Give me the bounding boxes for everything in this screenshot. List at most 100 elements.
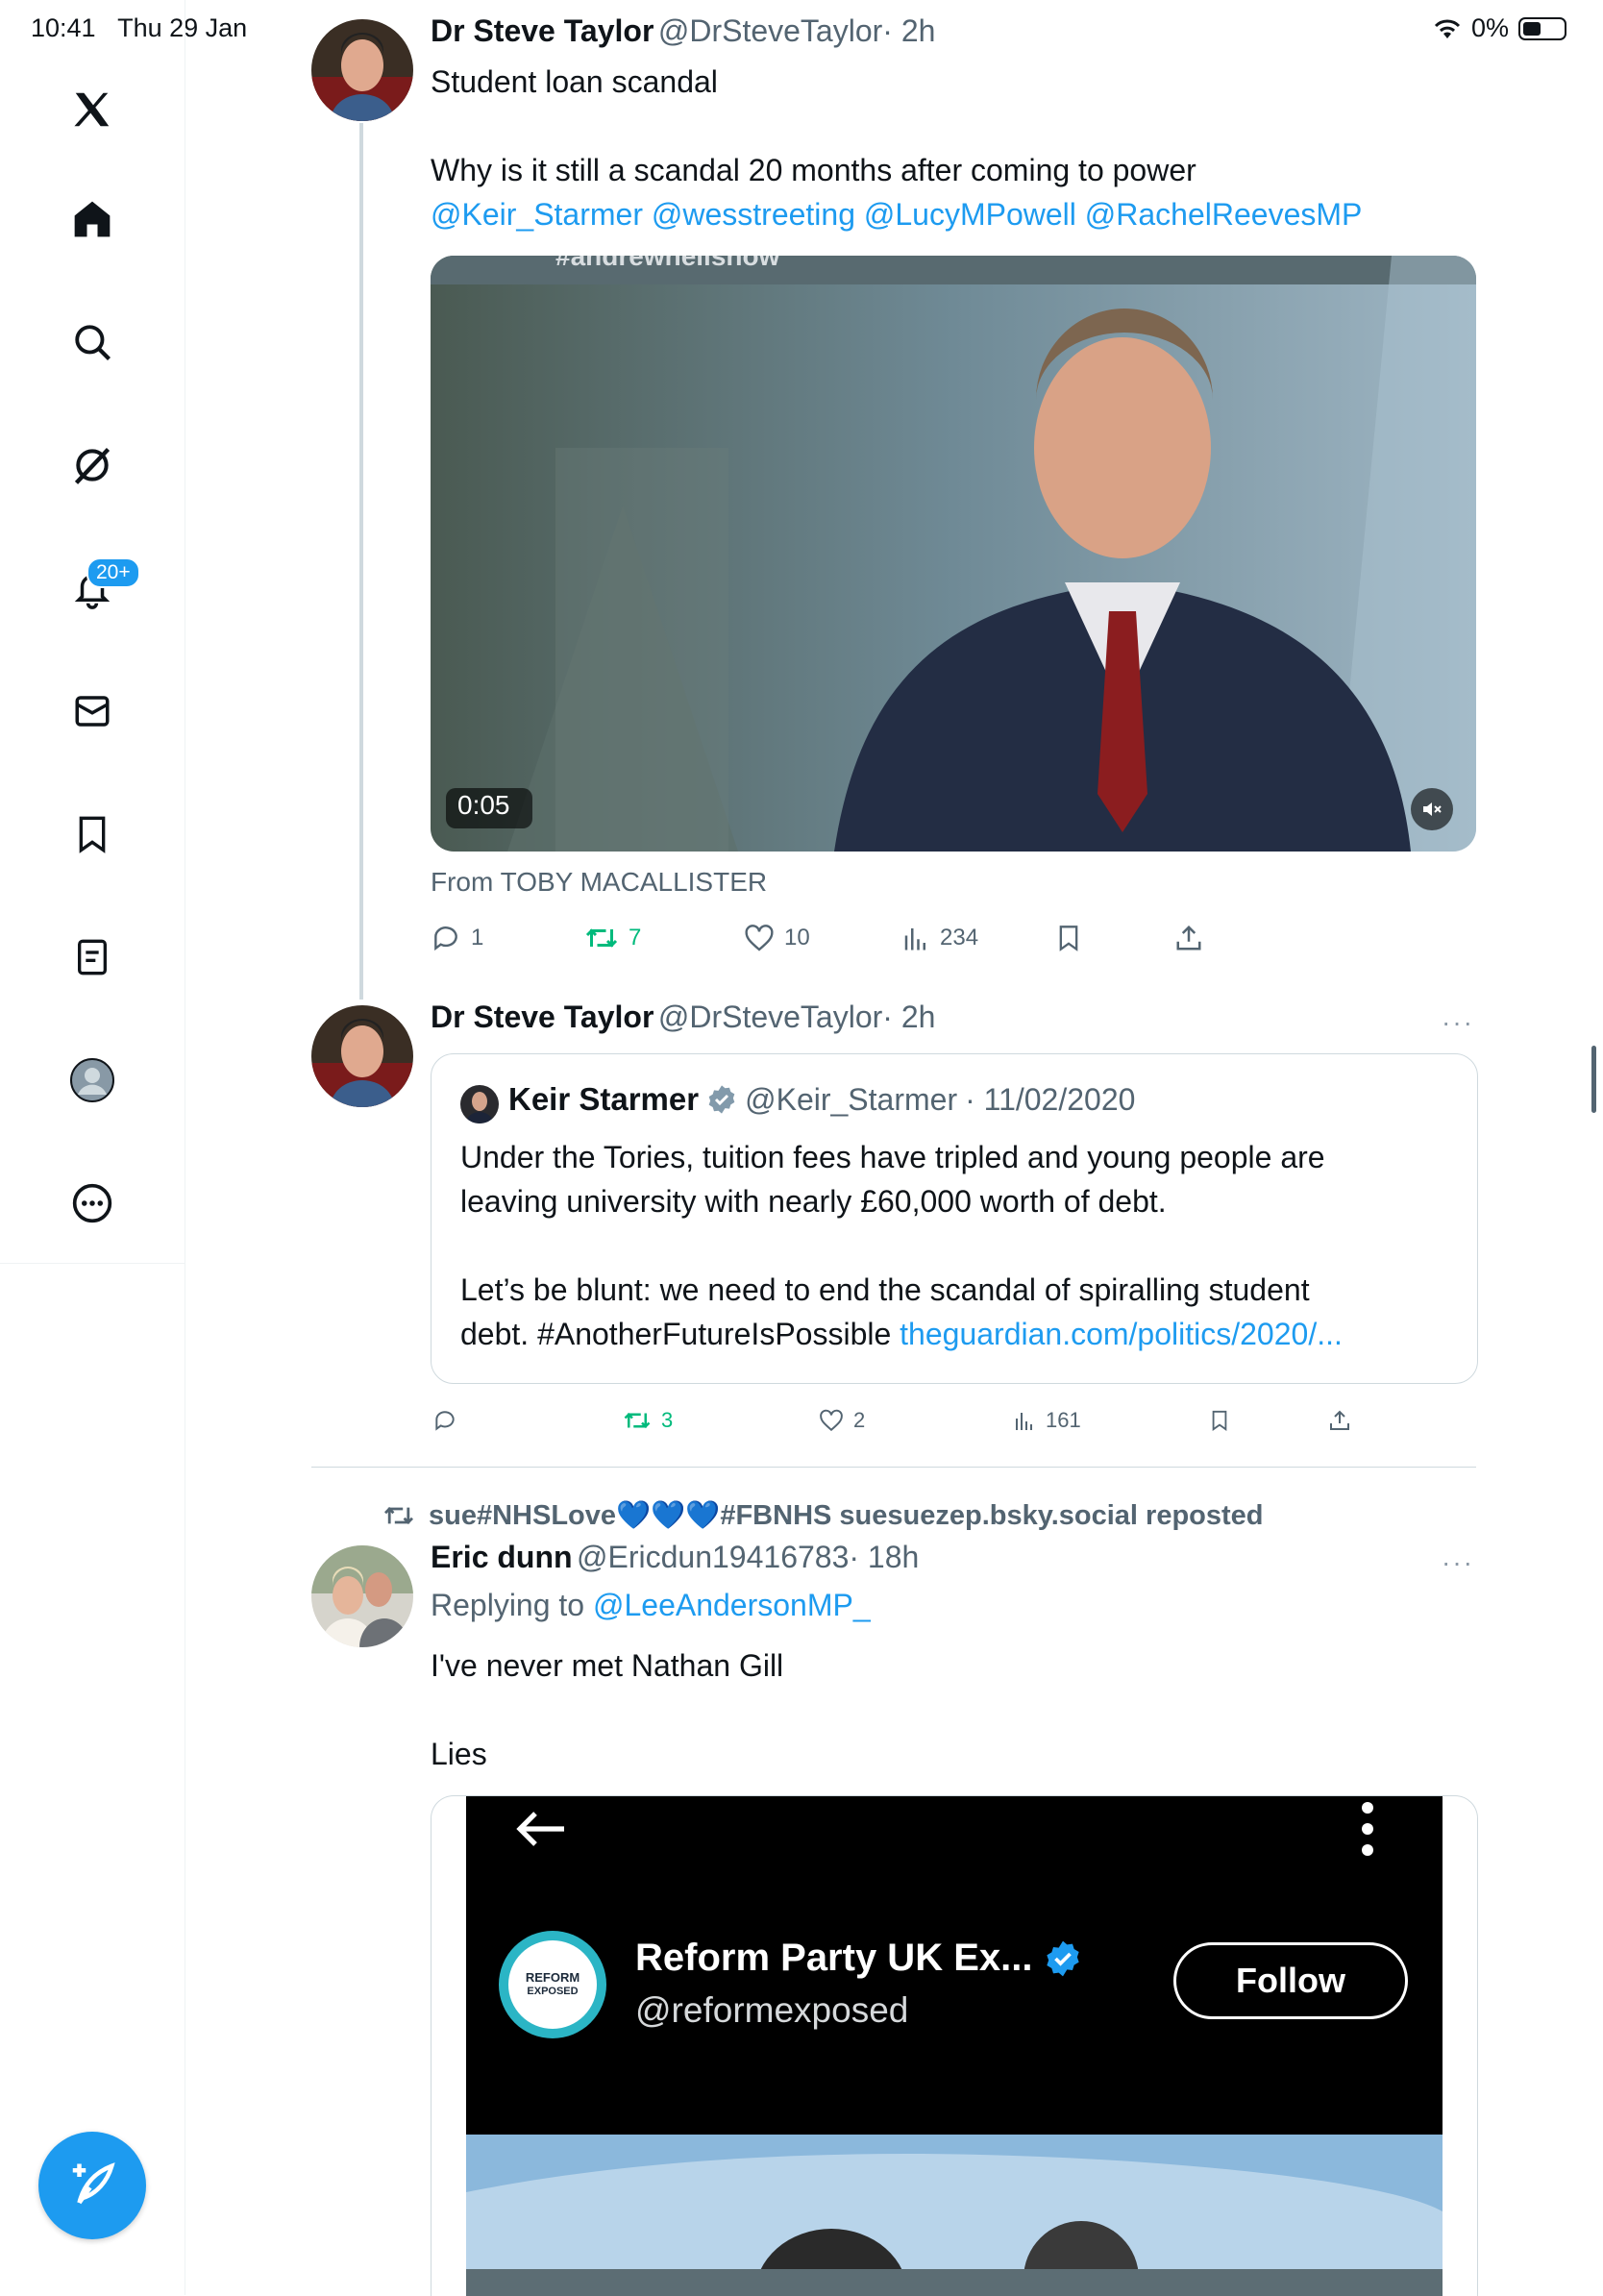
bookmark-icon [1212, 1410, 1227, 1431]
reform-exposed-logo: REFORM EXPOSED [499, 1931, 606, 2038]
views-button[interactable]: 161 [1013, 1408, 1081, 1433]
status-icons: 0% [1433, 13, 1566, 43]
replying-to-label: Replying to [431, 1588, 593, 1622]
tweet-text-line: Why is it still a scandal 20 months afte… [431, 153, 1196, 187]
avatar[interactable] [311, 19, 413, 121]
share-button[interactable] [1328, 1408, 1351, 1433]
scrollbar[interactable] [1591, 1046, 1596, 1113]
verified-badge-icon [708, 1085, 735, 1114]
avatar[interactable] [311, 1005, 413, 1107]
x-logo-icon[interactable] [65, 83, 119, 136]
messages-icon[interactable] [65, 684, 119, 738]
quoted-author-handle: @Keir_Starmer [745, 1081, 958, 1117]
author-name[interactable]: Eric dunn [431, 1540, 573, 1574]
tweet-text-line: Lies [431, 1737, 487, 1771]
bookmark-icon[interactable] [65, 807, 119, 861]
reply-button[interactable] [432, 1408, 467, 1433]
sidebar-divider [0, 1263, 185, 1264]
tweet-text-line: Student loan scandal [431, 64, 718, 99]
wifi-icon [1434, 19, 1461, 38]
views-count: 161 [1046, 1408, 1081, 1432]
share-icon [1176, 925, 1201, 950]
repost-button[interactable]: 7 [584, 924, 641, 952]
tweet-divider [311, 1467, 1476, 1468]
search-icon[interactable] [65, 315, 119, 369]
repost-button[interactable]: 3 [623, 1408, 673, 1433]
tweet-actions: 3 2 161 [431, 1403, 1476, 1438]
notification-badge: 20+ [86, 557, 140, 588]
share-button[interactable] [1174, 923, 1203, 953]
quoted-avatar [460, 1085, 499, 1123]
profile-icon[interactable] [65, 1053, 119, 1107]
reply-icon [434, 926, 457, 951]
replying-to: Replying to @LeeAndersonMP_ [431, 1588, 871, 1623]
tweet-actions: 1 7 10 234 [431, 919, 1476, 957]
repost-icon [624, 1412, 651, 1429]
tweet-text: I've never met Nathan Gill Lies [431, 1643, 1488, 1776]
heart-icon [745, 925, 774, 951]
repost-context-label[interactable]: sue#NHSLove💙💙💙#FBNHS suesuezep.bsky.soci… [429, 1499, 1264, 1532]
quoted-time: · 11/02/2020 [965, 1081, 1136, 1117]
views-button[interactable]: 234 [901, 924, 978, 952]
like-count: 10 [784, 925, 810, 950]
tweet-time: · 18h [849, 1540, 920, 1574]
tweet-text: Student loan scandal Why is it still a s… [431, 60, 1488, 236]
repost-icon [585, 928, 618, 948]
like-count: 2 [853, 1408, 866, 1432]
bookmark-button[interactable] [1055, 923, 1082, 953]
author-handle[interactable]: @Ericdun19416783 [577, 1540, 849, 1574]
battery-icon [1518, 16, 1566, 40]
embed-account-name: Reform Party UK Ex... [635, 1937, 1033, 1979]
grok-icon[interactable] [65, 438, 119, 492]
reply-button[interactable]: 1 [431, 923, 483, 953]
screenshot-embed: REFORM EXPOSED Reform Party UK Ex... @re… [466, 1796, 1443, 2296]
repost-count: 7 [629, 925, 642, 950]
tweet-video[interactable]: #andrewneilshow 0:05 [431, 256, 1476, 852]
mute-icon[interactable] [1420, 798, 1443, 826]
thread-line [359, 123, 363, 1000]
logo-text: EXPOSED [527, 1986, 579, 1997]
heart-icon [820, 1409, 843, 1432]
compose-button[interactable] [38, 2132, 146, 2239]
views-icon [1016, 1413, 1032, 1430]
home-icon[interactable] [65, 192, 119, 246]
kebab-menu-icon [1358, 1800, 1377, 1863]
views-icon [904, 928, 925, 950]
like-button[interactable]: 10 [744, 924, 810, 952]
quoted-header: Keir Starmer @Keir_Starmer · 11/02/2020 [508, 1081, 1135, 1118]
avatar[interactable] [311, 1545, 413, 1647]
quoted-text-line: Let’s be blunt: we need to end the scand… [460, 1272, 1310, 1307]
tweet-mentions[interactable]: @Keir_Starmer @wesstreeting @LucyMPowell… [431, 192, 1488, 236]
replying-to-link[interactable]: @LeeAndersonMP_ [593, 1588, 871, 1622]
author-name[interactable]: Dr Steve Taylor [431, 13, 654, 48]
bookmark-icon [1059, 926, 1078, 951]
bookmark-button[interactable] [1209, 1408, 1230, 1433]
back-arrow-icon [514, 1810, 568, 1853]
lists-icon[interactable] [65, 930, 119, 984]
author-name[interactable]: Dr Steve Taylor [431, 1000, 654, 1034]
quoted-text-line: Under the Tories, tuition fees have trip… [460, 1140, 1325, 1174]
embed-follow-button: Follow [1173, 1942, 1408, 2019]
quoted-text: Under the Tories, tuition fees have trip… [460, 1135, 1460, 1356]
like-button[interactable]: 2 [819, 1408, 865, 1433]
author-handle[interactable]: @DrSteveTaylor [658, 13, 882, 48]
battery-percent: 0% [1470, 13, 1509, 42]
more-options-icon[interactable]: ··· [1442, 1547, 1474, 1578]
tweet-text-line: I've never met Nathan Gill [431, 1648, 784, 1683]
reply-count: 1 [471, 925, 484, 950]
quoted-link[interactable]: theguardian.com/politics/2020/... [900, 1317, 1343, 1351]
sidebar: 20+ [0, 0, 185, 2295]
more-icon[interactable] [65, 1176, 119, 1230]
video-source[interactable]: From TOBY MACALLISTER [431, 867, 767, 898]
tweet-header: Dr Steve Taylor @DrSteveTaylor· 2h [431, 13, 935, 49]
quoted-tweet[interactable]: Keir Starmer @Keir_Starmer · 11/02/2020 U… [431, 1053, 1478, 1384]
more-options-icon[interactable]: ··· [1442, 1007, 1474, 1038]
embed-account-handle: @reformexposed [635, 1990, 909, 2030]
tweet-header: Eric dunn @Ericdun19416783· 18h [431, 1540, 919, 1575]
tweet-image[interactable]: REFORM EXPOSED Reform Party UK Ex... @re… [431, 1795, 1478, 2296]
repost-context: sue#NHSLove💙💙💙#FBNHS suesuezep.bsky.soci… [382, 1499, 1264, 1532]
repost-icon [384, 1507, 413, 1524]
author-handle[interactable]: @DrSteveTaylor [658, 1000, 882, 1034]
quoted-text-line: debt. #AnotherFutureIsPossible theguardi… [460, 1312, 1460, 1356]
compose-icon [72, 2162, 115, 2205]
